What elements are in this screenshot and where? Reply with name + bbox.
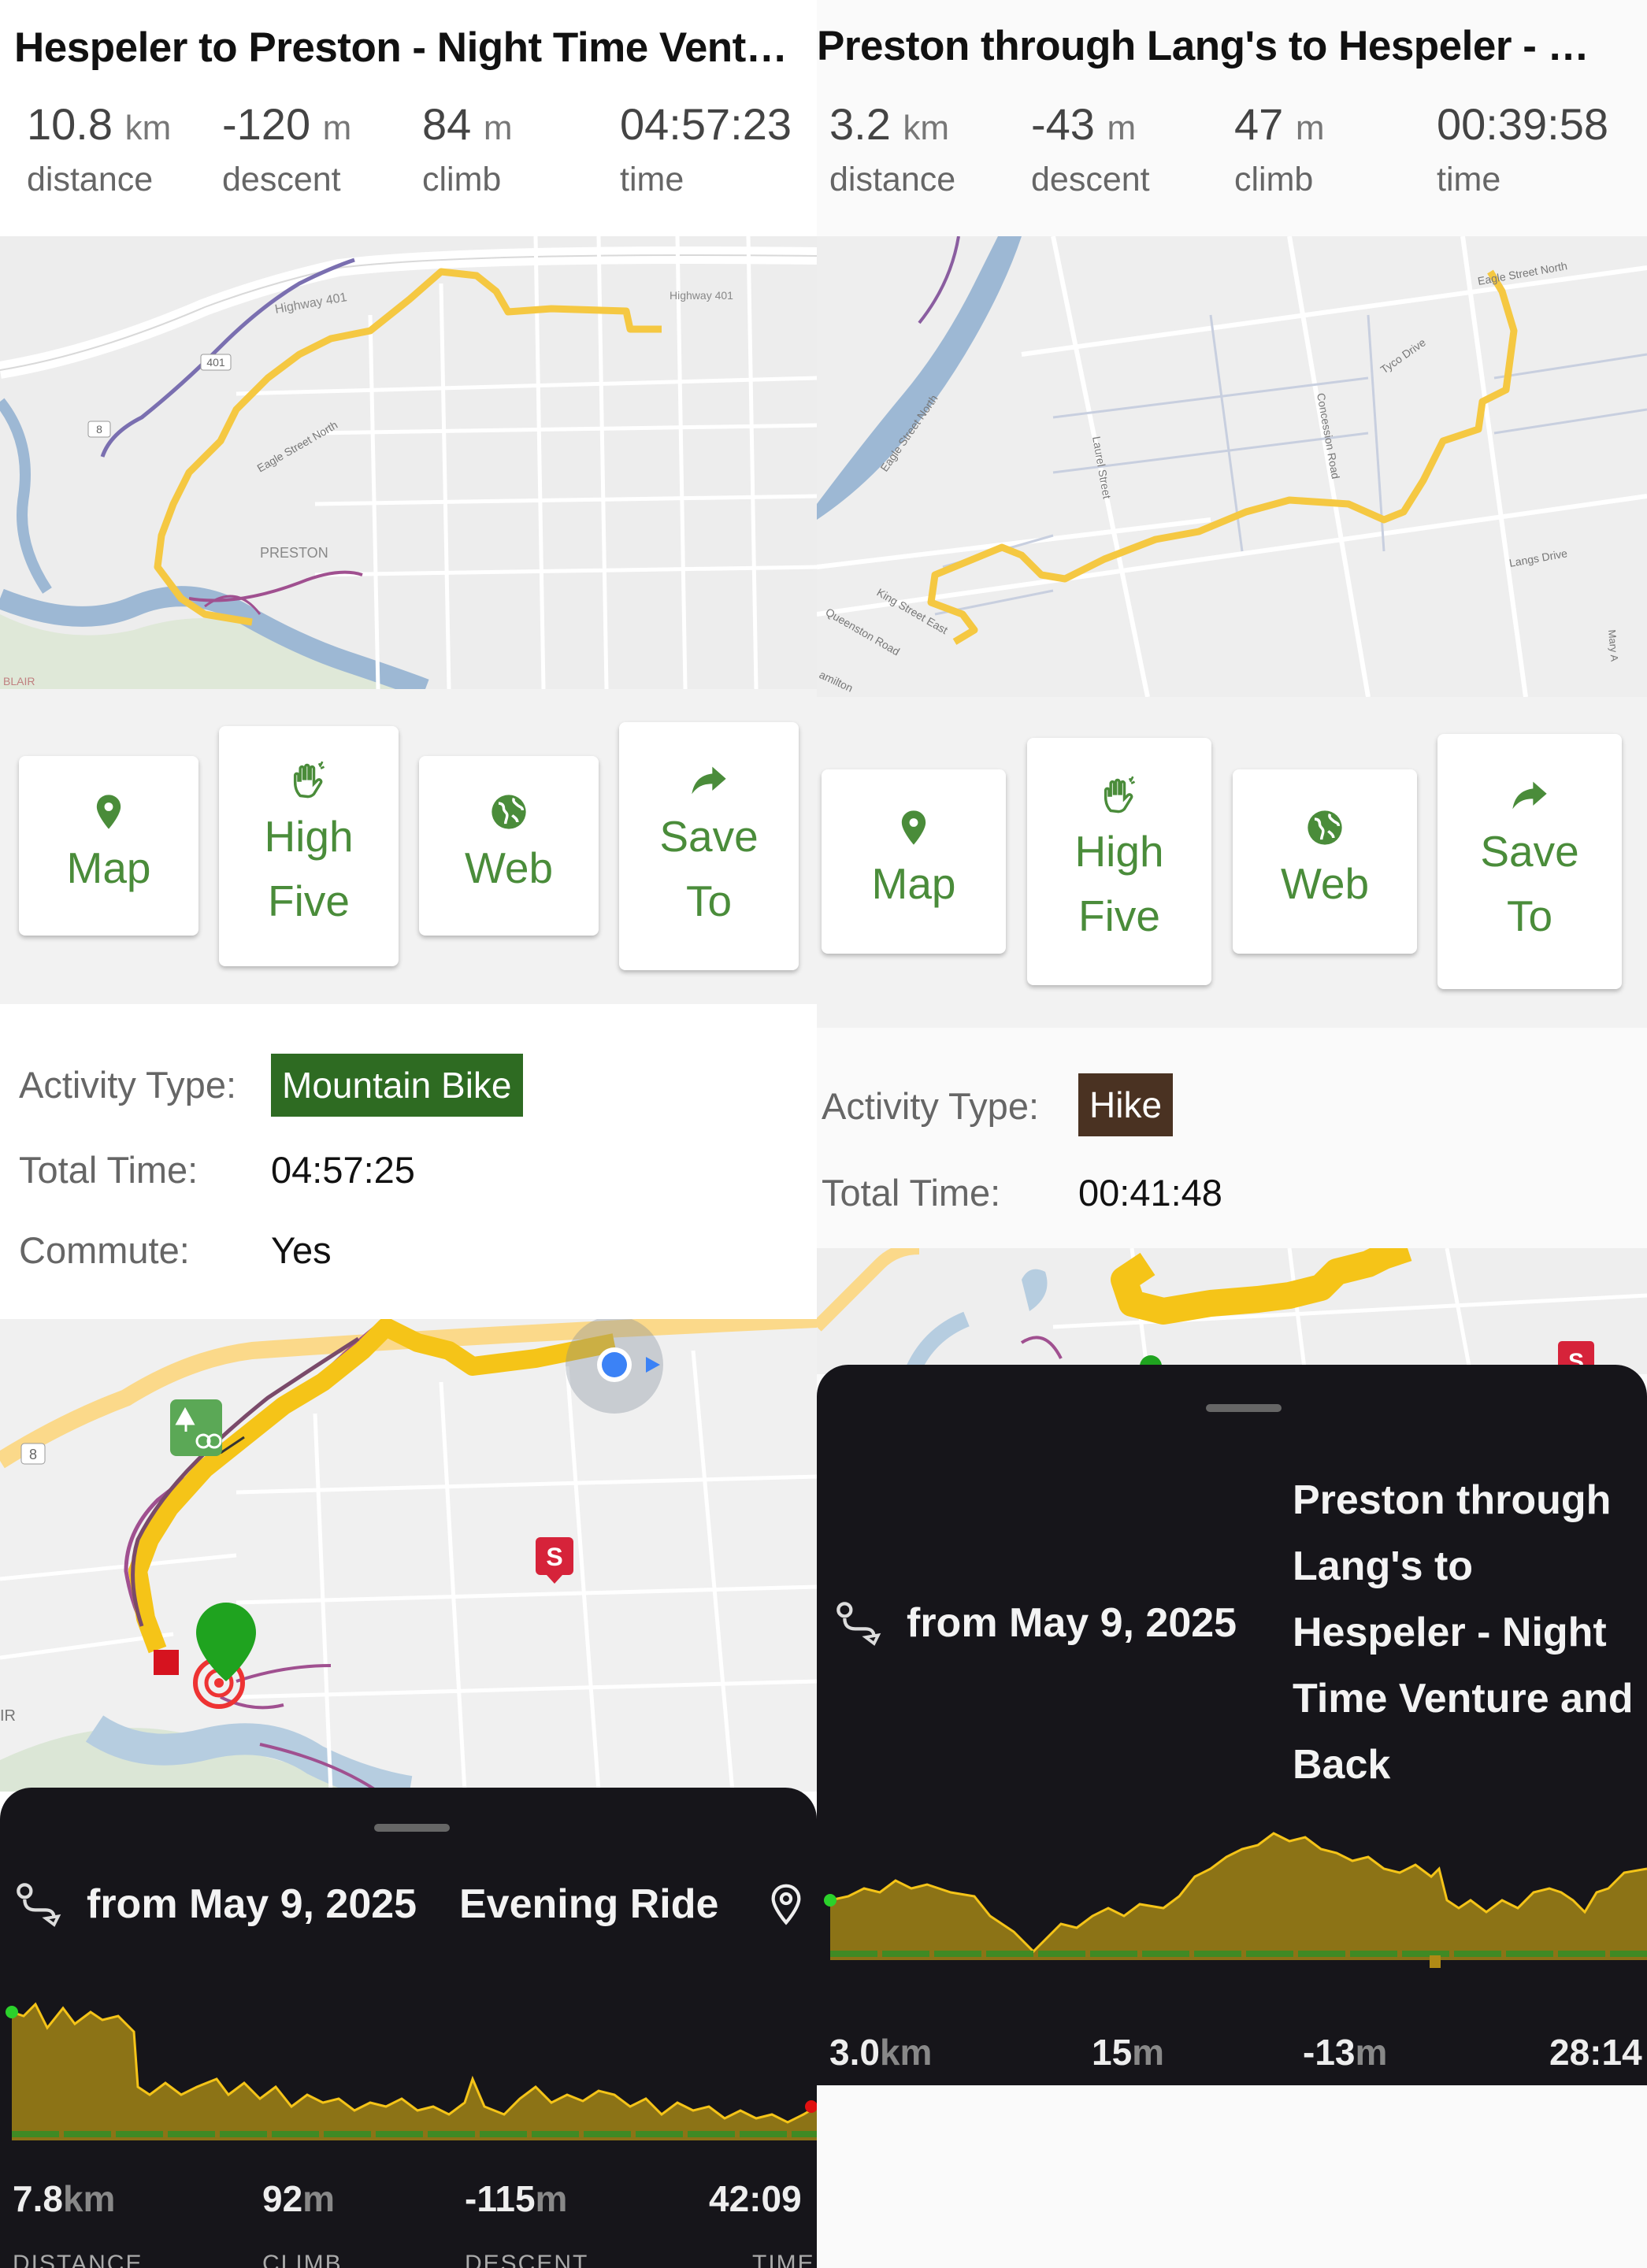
- share-arrow-icon: [692, 766, 726, 794]
- svg-text:8: 8: [96, 423, 102, 435]
- map-pin-icon: [901, 810, 926, 845]
- high-five-button[interactable]: High Five: [1027, 738, 1211, 985]
- activity-title: Hespeler to Preston - Night Time Vent…: [14, 24, 788, 71]
- high-five-button[interactable]: High Five: [219, 726, 399, 966]
- sheet-stat-descent: -115m: [465, 2178, 568, 2219]
- sheet-activity-name: Evening Ride: [459, 1881, 719, 1927]
- save-to-button[interactable]: Save To: [619, 722, 799, 970]
- sheet-activity-name: Preston through Lang's to Hespeler - Nig…: [1293, 1477, 1634, 1788]
- sheet-stat-climb: 92m: [262, 2178, 336, 2219]
- stat-climb: 47 m climb: [1234, 99, 1325, 198]
- svg-text:PRESTON: PRESTON: [260, 545, 328, 561]
- stat-distance: 10.8 km distance: [27, 99, 172, 198]
- map-button[interactable]: Map: [19, 756, 198, 936]
- left-activity-panel: Hespeler to Preston - Night Time Vent… 1…: [0, 0, 817, 2268]
- stat-time: 00:39:58 time: [1437, 99, 1608, 198]
- svg-text:8: 8: [29, 1447, 37, 1462]
- route-icon: [17, 1883, 61, 1927]
- stat-time: 04:57:23 time: [620, 99, 792, 198]
- route-map[interactable]: Eagle Street North Tyco Drive Eagle Stre…: [817, 236, 1647, 697]
- sheet-activity-date: from May 9, 2025: [87, 1881, 417, 1927]
- web-button[interactable]: Web: [1233, 769, 1417, 954]
- live-map[interactable]: 8 S IR: [0, 1319, 817, 1792]
- globe-icon: [492, 795, 526, 829]
- total-time-row: Total Time: 00:41:48: [822, 1172, 1222, 1214]
- sheet-stat-time: 42:09: [709, 2178, 802, 2219]
- elevation-profile[interactable]: [0, 1969, 817, 2158]
- save-to-button[interactable]: Save To: [1437, 734, 1622, 989]
- web-button[interactable]: Web: [419, 756, 599, 936]
- map-button[interactable]: Map: [822, 769, 1006, 954]
- action-button-row: Map High Five Web Save To: [817, 697, 1647, 1028]
- stat-descent: -120 m descent: [222, 99, 352, 198]
- svg-text:401: 401: [206, 356, 225, 369]
- right-activity-panel: Preston through Lang's to Hespeler - … 3…: [817, 0, 1647, 2268]
- svg-text:S: S: [546, 1543, 562, 1571]
- sheet-stat-distance: 3.0km: [829, 2032, 933, 2073]
- live-map[interactable]: S: [817, 1248, 1647, 1374]
- route-icon: [836, 1602, 881, 1646]
- share-arrow-icon: [1512, 781, 1547, 810]
- sheet-stat-descent: -13m: [1303, 2032, 1388, 2073]
- activity-type-row: Activity Type:: [19, 1064, 237, 1106]
- elevation-profile[interactable]: [817, 1814, 1647, 2003]
- sheet-stat-climb: 15m: [1092, 2032, 1165, 2073]
- activity-details: Activity Type: Hike Total Time: 00:41:48: [817, 1028, 1647, 1248]
- map-pin-icon: [96, 795, 121, 829]
- activity-type-badge: Mountain Bike: [271, 1054, 523, 1117]
- activity-bottom-sheet[interactable]: from May 9, 2025 Preston through Lang's …: [817, 1365, 1647, 2085]
- route-map[interactable]: 401 8 Highway 401 Highway 401 PRESTON Ea…: [0, 236, 817, 689]
- activity-type-badge: Hike: [1078, 1073, 1174, 1136]
- activity-bottom-sheet[interactable]: from May 9, 2025 Evening Ride 7.8km 92m …: [0, 1788, 817, 2268]
- sheet-drag-handle[interactable]: [1206, 1404, 1282, 1412]
- activity-details: Activity Type: Mountain Bike Total Time:…: [0, 1006, 817, 1321]
- waving-hand-icon: [1104, 776, 1136, 813]
- sheet-stat-distance: 7.8km: [13, 2178, 116, 2219]
- action-button-row: Map High Five Web Save To: [0, 689, 817, 1004]
- stat-distance: 3.2 km distance: [829, 99, 956, 198]
- total-time-row: Total Time: 04:57:25: [19, 1149, 415, 1191]
- svg-text:BLAIR: BLAIR: [3, 675, 35, 687]
- commute-row: Commute: Yes: [19, 1229, 332, 1271]
- activity-title: Preston through Lang's to Hespeler - …: [817, 23, 1590, 69]
- sheet-stat-time: 28:14: [1549, 2032, 1642, 2073]
- waving-hand-icon: [293, 761, 325, 798]
- sheet-activity-date: from May 9, 2025: [907, 1600, 1237, 1646]
- svg-text:Highway 401: Highway 401: [670, 289, 733, 302]
- svg-text:IR: IR: [0, 1707, 16, 1725]
- globe-icon: [1308, 810, 1342, 845]
- stat-climb: 84 m climb: [422, 99, 513, 198]
- stat-descent: -43 m descent: [1031, 99, 1150, 198]
- activity-type-row: Activity Type:: [822, 1085, 1040, 1127]
- location-pin-icon[interactable]: [764, 1881, 808, 1928]
- sheet-drag-handle[interactable]: [374, 1824, 450, 1832]
